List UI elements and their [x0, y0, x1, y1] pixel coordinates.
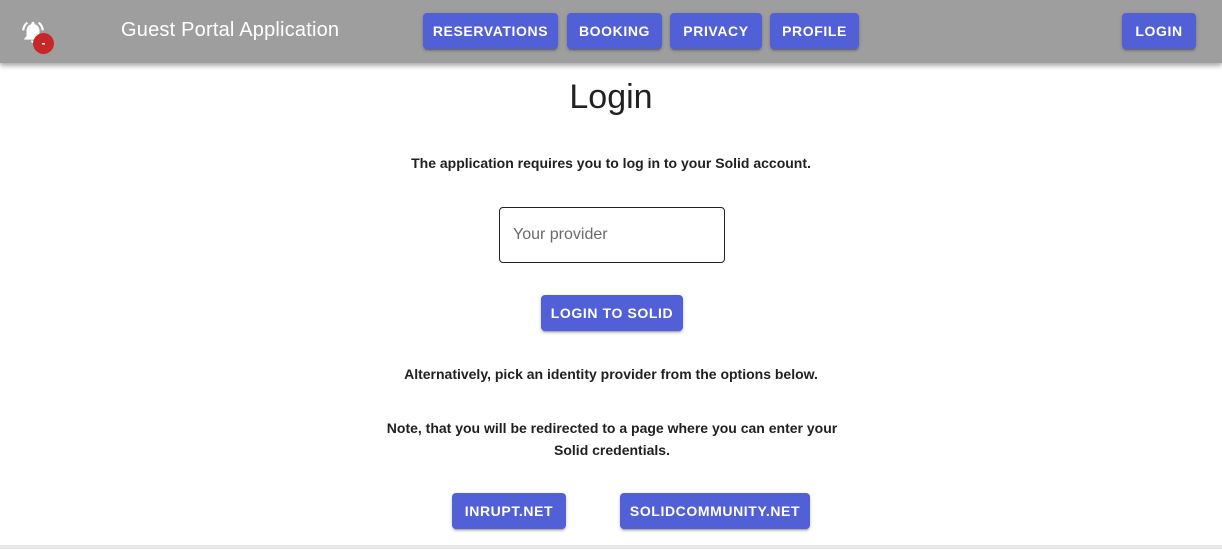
page-bottom-divider	[0, 545, 1222, 549]
nav-privacy-button[interactable]: PRIVACY	[670, 13, 762, 49]
nav-booking-button[interactable]: BOOKING	[567, 13, 662, 49]
app-title: Guest Portal Application	[121, 19, 340, 41]
inrupt-provider-button[interactable]: INRUPT.NET	[452, 493, 566, 529]
nav-profile-button[interactable]: PROFILE	[770, 13, 859, 49]
redirect-note-text: Note, that you will be redirected to a p…	[386, 420, 838, 458]
nav-reservations-button[interactable]: RESERVATIONS	[423, 13, 558, 49]
intro-text: The application requires you to log in t…	[411, 155, 811, 171]
page-title: Login	[569, 78, 653, 116]
notification-badge: -	[33, 33, 54, 54]
solidcommunity-provider-button[interactable]: SOLIDCOMMUNITY.NET	[620, 493, 810, 529]
alternative-text: Alternatively, pick an identity provider…	[404, 366, 818, 382]
provider-input[interactable]	[499, 207, 725, 263]
app-bar: - Guest Portal Application RESERVATIONS …	[0, 0, 1222, 63]
login-button[interactable]: LOGIN	[1122, 13, 1196, 49]
login-to-solid-button[interactable]: LOGIN TO SOLID	[541, 295, 683, 331]
